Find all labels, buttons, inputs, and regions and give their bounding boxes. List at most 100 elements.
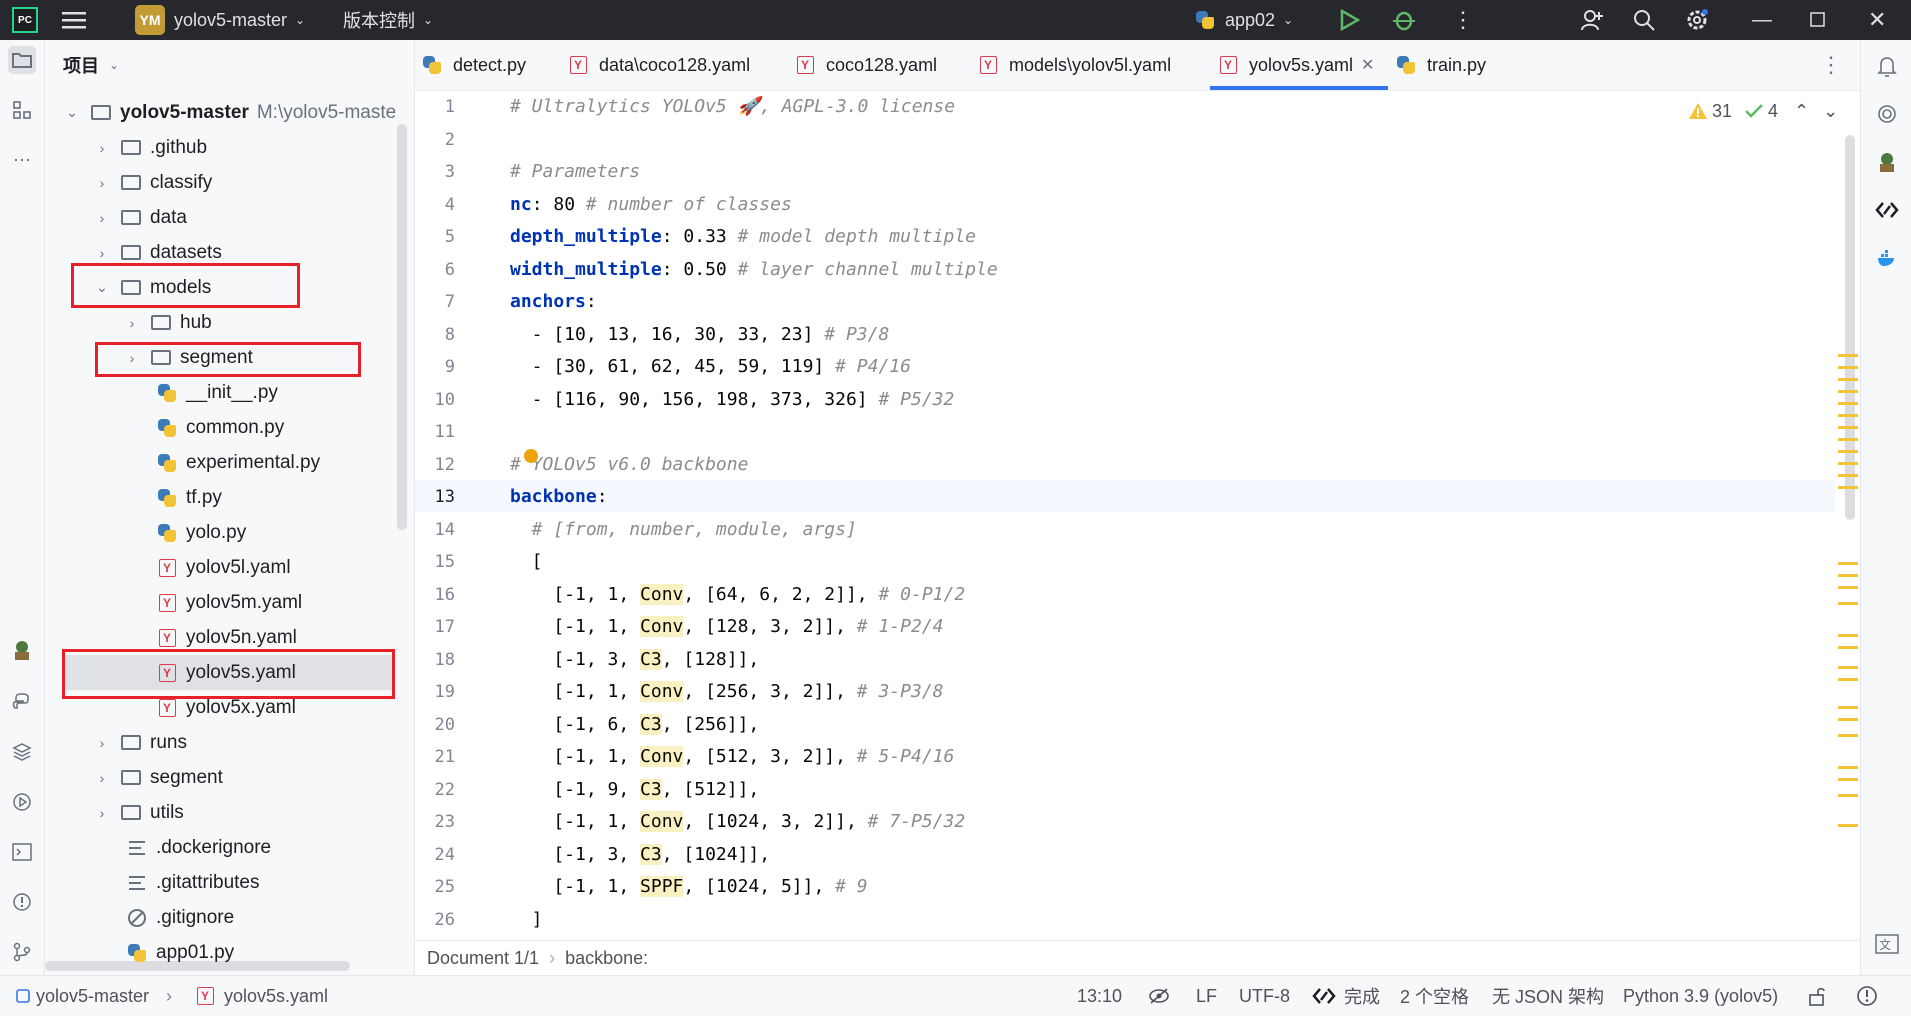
tree-item-runs[interactable]: › runs [94,725,187,760]
warning-mark[interactable] [1838,366,1858,369]
tree-item-app01-py[interactable]: app01.py [126,935,234,970]
main-menu-button[interactable] [62,0,86,40]
warning-mark[interactable] [1838,562,1858,565]
problems-button[interactable] [8,888,36,916]
warning-mark[interactable] [1838,354,1858,357]
tab-data-coco128-yaml[interactable]: Ydata\coco128.yaml [567,40,750,90]
tree-item-classify[interactable]: › classify [94,165,213,200]
tree-item-yolov5l-yaml[interactable]: Yyolov5l.yaml [156,550,291,585]
tree-item-github[interactable]: › .github [94,130,207,165]
warning-mark[interactable] [1838,486,1858,489]
project-panel-header[interactable]: 项目 ⌄ [63,50,119,80]
warning-mark[interactable] [1838,438,1858,441]
status-readonly-toggle[interactable] [1148,976,1170,1016]
notifications-button[interactable] [1873,52,1901,80]
warning-mark[interactable] [1838,450,1858,453]
close-button[interactable]: ✕ [1868,0,1886,40]
vertical-scrollbar[interactable] [397,124,407,530]
warning-mark[interactable] [1838,766,1858,769]
breadcrumb-document[interactable]: Document 1/1 [427,948,539,969]
tree-item-common-py[interactable]: common.py [156,410,284,445]
python-console-button[interactable] [8,688,36,716]
tab-coco128-yaml[interactable]: Ycoco128.yaml [794,40,937,90]
maximize-button[interactable] [1810,0,1826,40]
status-file[interactable]: Y yolov5s.yaml [194,976,328,1016]
warning-mark[interactable] [1838,646,1858,649]
tree-item-tf-py[interactable]: tf.py [156,480,222,515]
status-indent[interactable]: 2 个空格 [1400,976,1469,1016]
tab-models-yolov5l-yaml[interactable]: Ymodels\yolov5l.yaml [977,40,1171,90]
debug-button[interactable] [1392,0,1416,40]
inspection-widget[interactable]: 31 4 ⌃ ⌄ [1688,98,1838,124]
status-encoding[interactable]: UTF-8 [1239,976,1290,1016]
warning-mark[interactable] [1838,586,1858,589]
tree-item-segment-root[interactable]: › segment [94,760,223,795]
warning-mark[interactable] [1838,794,1858,797]
docker-button[interactable] [1873,244,1901,272]
tree-item-yolo-py[interactable]: yolo.py [156,515,246,550]
tree-item-utils[interactable]: › utils [94,795,184,830]
settings-button[interactable] [1685,0,1709,40]
warning-mark[interactable] [1838,402,1858,405]
status-problems-button[interactable] [1856,976,1878,1016]
plugin-avatar-button[interactable] [1873,148,1901,176]
more-actions-icon[interactable]: ⋮ [1452,0,1474,40]
warning-mark[interactable] [1838,574,1858,577]
warning-mark[interactable] [1838,678,1858,681]
status-json-schema[interactable]: 无 JSON 架构 [1492,976,1604,1016]
breadcrumb-path[interactable]: backbone: [565,948,648,969]
status-position[interactable]: 13:10 [1077,976,1122,1016]
tree-item-gitignore[interactable]: .gitignore [126,900,234,935]
tree-item-data[interactable]: › data [94,200,187,235]
tab-options-icon[interactable]: ⋮ [1820,40,1842,90]
translate-button[interactable]: 文 [1873,930,1901,958]
add-user-button[interactable] [1580,0,1604,40]
warning-mark[interactable] [1838,634,1858,637]
warning-mark[interactable] [1838,378,1858,381]
vcs-menu[interactable]: 版本控制 ⌄ [343,0,433,40]
warning-mark[interactable] [1838,602,1858,605]
close-tab-icon[interactable]: ✕ [1361,55,1374,75]
more-tools-icon[interactable]: ⋯ [8,146,36,174]
services-button[interactable] [8,788,36,816]
warning-mark[interactable] [1838,666,1858,669]
warning-mark[interactable] [1838,706,1858,709]
status-project[interactable]: yolov5-master [16,976,149,1016]
warning-mark[interactable] [1838,390,1858,393]
gradio-tool-button[interactable] [8,636,36,664]
tab-detect-py[interactable]: detect.py [421,40,526,90]
warning-mark[interactable] [1838,824,1858,827]
warning-mark[interactable] [1838,474,1858,477]
warning-mark[interactable] [1838,426,1858,429]
tree-item-hub[interactable]: › hub [124,305,212,340]
tree-item-experimental-py[interactable]: experimental.py [156,445,320,480]
git-button[interactable] [8,938,36,966]
terminal-button[interactable] [8,838,36,866]
previous-highlight-icon[interactable]: ⌃ [1794,101,1809,122]
warning-mark[interactable] [1838,414,1858,417]
tree-item-dockerignore[interactable]: .dockerignore [126,830,271,865]
run-config-selector[interactable]: app02 ⌄ [1195,0,1293,40]
status-interpreter[interactable]: Python 3.9 (yolov5) [1623,976,1778,1016]
ai-assistant-button[interactable] [1873,100,1901,128]
warning-mark[interactable] [1838,778,1858,781]
tree-item-gitattributes[interactable]: .gitattributes [126,865,260,900]
next-highlight-icon[interactable]: ⌄ [1823,101,1838,122]
run-button[interactable] [1338,0,1360,40]
tree-item-init-py[interactable]: __init__.py [156,375,278,410]
intention-bulb-icon[interactable] [524,449,538,463]
status-lock-button[interactable] [1808,976,1828,1016]
tab-train-py[interactable]: train.py [1395,40,1486,90]
tree-item-yolov5m-yaml[interactable]: Yyolov5m.yaml [156,585,302,620]
warning-mark[interactable] [1838,734,1858,737]
project-selector[interactable]: YM yolov5-master ⌄ [135,0,305,40]
status-language-server[interactable]: 完成 [1312,976,1380,1016]
tree-root[interactable]: ⌄ yolov5-master M:\yolov5-maste [64,95,396,130]
endpoints-button[interactable] [1873,196,1901,224]
warning-mark[interactable] [1838,462,1858,465]
structure-tool-button[interactable] [8,96,36,124]
tab-yolov5s-yaml[interactable]: Y yolov5s.yaml ✕ [1217,40,1374,90]
python-packages-button[interactable] [8,738,36,766]
project-tool-button[interactable] [8,46,36,74]
status-line-separator[interactable]: LF [1196,976,1217,1016]
